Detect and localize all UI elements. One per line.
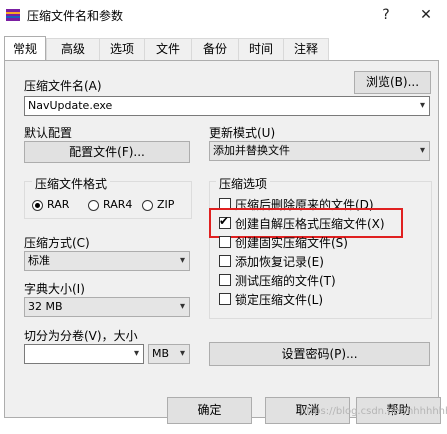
radio-rar4[interactable] xyxy=(88,200,99,211)
checkbox-lock[interactable] xyxy=(219,293,231,305)
tab-files[interactable]: 文件 xyxy=(144,38,192,60)
checkbox-solid[interactable] xyxy=(219,236,231,248)
method-value: 标准 xyxy=(28,254,50,267)
chevron-down-icon[interactable]: ▾ xyxy=(420,97,425,115)
chevron-down-icon: ▾ xyxy=(179,301,185,312)
checkbox-test[interactable] xyxy=(219,274,231,286)
radio-rar[interactable] xyxy=(32,200,43,211)
tab-comment[interactable]: 注释 xyxy=(283,38,329,60)
recovery-label: 添加恢复记录(E) xyxy=(235,255,324,269)
chevron-down-icon: ▾ xyxy=(419,145,425,156)
checkbox-create-sfx[interactable]: ✔ xyxy=(219,214,231,229)
method-select[interactable]: 标准 ▾ xyxy=(24,251,190,271)
check-icon: ✔ xyxy=(219,214,230,228)
split-size-input[interactable]: ▾ xyxy=(24,344,144,364)
ok-button[interactable]: 确定 xyxy=(167,397,252,424)
test-label: 测试压缩的文件(T) xyxy=(235,274,336,288)
window-title: 压缩文件名和参数 xyxy=(27,9,124,23)
options-label: 压缩选项 xyxy=(216,175,271,192)
chevron-down-icon[interactable]: ▾ xyxy=(134,345,139,363)
update-mode-label: 更新模式(U) xyxy=(209,126,276,140)
help-icon[interactable]: ? xyxy=(372,4,400,26)
chevron-down-icon: ▾ xyxy=(179,255,185,266)
dict-label: 字典大小(I) xyxy=(24,282,85,296)
split-unit-value: MB xyxy=(152,347,170,360)
split-unit-select[interactable]: MB ▾ xyxy=(148,344,190,364)
winrar-icon xyxy=(6,9,20,21)
profiles-button[interactable]: 配置文件(F)... xyxy=(24,141,190,163)
general-panel: 压缩文件名(A) 浏览(B)... NavUpdate.exe ▾ 默认配置 配… xyxy=(4,60,439,418)
create-sfx-label: 创建自解压格式压缩文件(X) xyxy=(235,217,385,231)
archive-name-value: NavUpdate.exe xyxy=(28,99,113,112)
archive-name-input[interactable]: NavUpdate.exe ▾ xyxy=(24,96,430,116)
checkbox-recovery[interactable] xyxy=(219,255,231,267)
update-mode-value: 添加并替换文件 xyxy=(213,144,290,157)
format-label: 压缩文件格式 xyxy=(32,175,111,192)
lock-label: 锁定压缩文件(L) xyxy=(235,293,324,307)
dict-select[interactable]: 32 MB ▾ xyxy=(24,297,190,317)
close-icon[interactable]: ✕ xyxy=(412,4,440,26)
watermark: https://blog.csdn.net/hhhhhhhh xyxy=(300,406,447,417)
profile-label: 默认配置 xyxy=(24,126,73,140)
archive-name-label: 压缩文件名(A) xyxy=(24,79,102,93)
chevron-down-icon: ▾ xyxy=(179,348,185,359)
tab-advanced[interactable]: 高级 xyxy=(46,38,100,60)
split-label: 切分为分卷(V)，大小 xyxy=(24,329,138,343)
update-mode-select[interactable]: 添加并替换文件 ▾ xyxy=(209,141,430,161)
radio-rar-label: RAR xyxy=(47,198,70,211)
title-bar: 压缩文件名和参数 ? ✕ xyxy=(0,0,447,30)
set-password-button[interactable]: 设置密码(P)... xyxy=(209,342,430,366)
solid-label: 创建固实压缩文件(S) xyxy=(235,236,348,250)
radio-zip[interactable] xyxy=(142,200,153,211)
tab-options[interactable]: 选项 xyxy=(99,38,145,60)
tab-general[interactable]: 常规 xyxy=(4,36,46,60)
tab-backup[interactable]: 备份 xyxy=(191,38,239,60)
method-label: 压缩方式(C) xyxy=(24,236,90,250)
tab-time[interactable]: 时间 xyxy=(238,38,284,60)
radio-zip-label: ZIP xyxy=(157,198,175,211)
dict-value: 32 MB xyxy=(28,300,63,313)
browse-button[interactable]: 浏览(B)... xyxy=(354,71,431,94)
radio-rar4-label: RAR4 xyxy=(103,198,133,211)
